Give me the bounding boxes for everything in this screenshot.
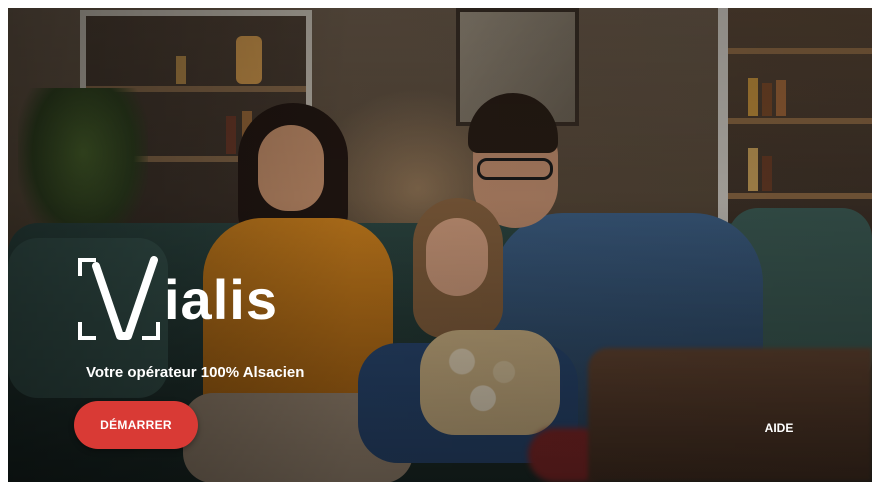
tagline: Votre opérateur 100% Alsacien: [86, 364, 305, 381]
start-button-label: DÉMARRER: [100, 418, 172, 432]
help-button-label: AIDE: [764, 421, 794, 435]
welcome-screen: ialis Votre opérateur 100% Alsacien DÉMA…: [8, 8, 872, 482]
start-button[interactable]: DÉMARRER: [74, 401, 198, 449]
vialis-logo: ialis: [78, 256, 298, 348]
logo-text: ialis: [164, 268, 278, 331]
help-button[interactable]: AIDE: [754, 418, 804, 438]
logo-v-mark: [92, 256, 158, 340]
